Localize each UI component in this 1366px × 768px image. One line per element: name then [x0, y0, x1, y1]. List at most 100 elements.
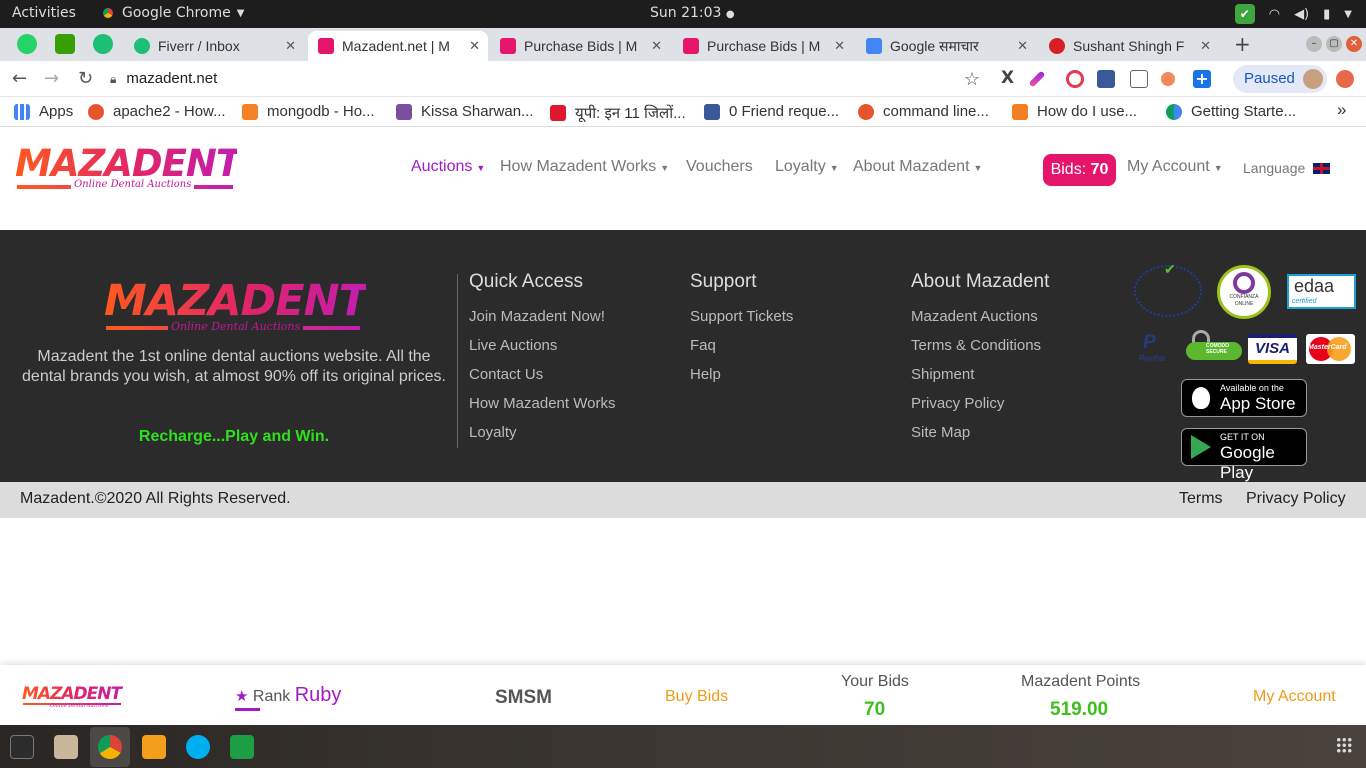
forward-icon[interactable]: → [44, 68, 59, 89]
extension-quill-icon[interactable] [1028, 70, 1046, 88]
bookmark-command-line[interactable]: command line... [858, 103, 989, 120]
update-menu-icon[interactable] [1336, 70, 1354, 88]
link-faq[interactable]: Faq [690, 337, 793, 354]
activities-button[interactable]: Activities [12, 5, 76, 21]
nav-how-mazadent-works[interactable]: How Mazadent Works ▼ [500, 158, 669, 176]
link-loyalty[interactable]: Loyalty [469, 424, 615, 441]
mazadent-points-value: 519.00 [1050, 699, 1109, 720]
link-site-map[interactable]: Site Map [911, 424, 1049, 441]
extension-x-icon[interactable]: X [1001, 68, 1019, 88]
nav-loyalty[interactable]: Loyalty ▼ [775, 158, 839, 176]
buy-bids-link[interactable]: Buy Bids [665, 688, 728, 706]
spreadsheet-icon[interactable] [230, 735, 254, 759]
app-store-button[interactable]: Available on the App Store [1181, 379, 1307, 417]
nav-about-mazadent[interactable]: About Mazadent ▼ [853, 158, 982, 176]
privacy-policy-link[interactable]: Privacy Policy [1246, 490, 1346, 508]
extension-target-icon[interactable] [1066, 70, 1084, 88]
tab-fiverr-inbox[interactable]: Fiverr / Inbox ✕ [124, 31, 304, 61]
site-logo[interactable]: MAZADENT Online Dental Auctions [15, 144, 241, 194]
facebook-extension-icon[interactable] [1097, 70, 1115, 88]
link-how-mazadent-works[interactable]: How Mazadent Works [469, 395, 615, 412]
system-tray[interactable]: ✔ ◠ ◀) ▮ ▼ [1234, 4, 1352, 24]
maximize-icon[interactable]: ▢ [1326, 36, 1342, 52]
link-privacy-policy[interactable]: Privacy Policy [911, 395, 1049, 412]
upwork-tab-icon[interactable] [55, 34, 75, 54]
link-contact-us[interactable]: Contact Us [469, 366, 615, 383]
bookmark-star-icon[interactable]: ☆ [964, 65, 980, 93]
reload-icon[interactable]: ↻ [78, 68, 93, 89]
close-icon[interactable]: ✕ [1017, 38, 1028, 54]
bottom-my-account-link[interactable]: My Account [1253, 688, 1336, 706]
close-icon[interactable]: ✕ [834, 38, 845, 54]
uk-flag-icon [1313, 163, 1331, 174]
url-field[interactable]: 🔒︎ mazadent.net ☆ [110, 65, 990, 93]
your-bids-value: 70 [864, 699, 886, 720]
caret-down-icon: ▼ [476, 163, 486, 173]
chrome-icon [100, 5, 116, 21]
tab-purchase-bids-1[interactable]: Purchase Bids | M ✕ [490, 31, 670, 61]
link-terms-conditions[interactable]: Terms & Conditions [911, 337, 1049, 354]
close-icon[interactable]: ✕ [651, 38, 662, 54]
close-icon[interactable]: ✕ [1200, 38, 1211, 54]
close-window-icon[interactable]: ✕ [1346, 36, 1362, 52]
nav-vouchers[interactable]: Vouchers [686, 158, 753, 176]
bookmark-mongodb[interactable]: mongodb - Ho... [242, 103, 375, 120]
link-mazadent-auctions[interactable]: Mazadent Auctions [911, 308, 1049, 325]
link-join-mazadent[interactable]: Join Mazadent Now! [469, 308, 615, 325]
bookmark-getting-started[interactable]: Getting Starte... [1166, 103, 1296, 120]
sublime-text-icon[interactable] [142, 735, 166, 759]
bookmarks-overflow-button[interactable]: » [1337, 100, 1346, 120]
extension-plus-icon[interactable]: + [1193, 70, 1211, 88]
file-manager-icon[interactable] [54, 735, 78, 759]
apple-icon [1192, 387, 1210, 409]
bookmark-news18[interactable]: यूपी: इन 11 जिलों... [550, 103, 686, 123]
close-icon[interactable]: ✕ [285, 38, 296, 54]
app-name: Google Chrome [122, 5, 231, 21]
bookmark-apps[interactable]: Apps [14, 103, 73, 120]
back-icon[interactable]: ← [12, 68, 27, 89]
link-live-auctions[interactable]: Live Auctions [469, 337, 615, 354]
skype-icon[interactable] [186, 735, 210, 759]
close-icon[interactable]: ✕ [469, 38, 480, 54]
minimize-icon[interactable]: – [1306, 36, 1322, 52]
tab-zee-news[interactable]: Sushant Shingh F ✕ [1039, 31, 1219, 61]
chrome-icon[interactable] [98, 735, 122, 759]
fiverr-tab-icon[interactable] [93, 34, 113, 54]
link-help[interactable]: Help [690, 366, 793, 383]
footer-logo[interactable]: MAZADENT Online Dental Auctions [104, 278, 368, 334]
language-selector[interactable]: Language [1243, 160, 1331, 176]
tab-purchase-bids-2[interactable]: Purchase Bids | M ✕ [673, 31, 853, 61]
bookmark-apache2[interactable]: apache2 - How... [88, 103, 226, 120]
show-apps-grid-icon[interactable] [1336, 737, 1352, 753]
tab-google-news[interactable]: Google समाचार ✕ [856, 31, 1036, 61]
rank-display: ★ Rank Ruby [235, 684, 341, 711]
bookmark-friend-requests[interactable]: 0 Friend reque... [704, 103, 839, 120]
copyright-text: Mazadent.©2020 All Rights Reserved. [20, 490, 291, 507]
copyright-bar: Mazadent.©2020 All Rights Reserved. Term… [0, 482, 1366, 518]
bottom-logo[interactable]: MAZADENT Online Dental Auctions [22, 685, 124, 711]
extension-card-icon[interactable] [1130, 70, 1148, 88]
mazadent-icon [318, 38, 334, 54]
link-support-tickets[interactable]: Support Tickets [690, 308, 793, 325]
your-bids-label: Your Bids [841, 673, 909, 690]
nav-my-account[interactable]: My Account ▼ [1127, 158, 1223, 176]
bookmark-kissa[interactable]: Kissa Sharwan... [396, 103, 534, 120]
clock[interactable]: Sun 21:03 ● [650, 5, 735, 21]
bookmark-how-do-i-use[interactable]: How do I use... [1012, 103, 1137, 120]
bids-badge[interactable]: Bids: 70 [1043, 154, 1116, 186]
google-play-button[interactable]: GET IT ON Google Play [1181, 428, 1307, 482]
whatsapp-tab-icon[interactable] [17, 34, 37, 54]
new-tab-button[interactable]: + [1234, 32, 1251, 56]
profile-button[interactable]: Paused [1233, 65, 1327, 93]
footer: MAZADENT Online Dental Auctions Mazadent… [0, 230, 1366, 482]
terminal-icon[interactable] [10, 735, 34, 759]
update-check-icon: ✔ [1234, 4, 1255, 24]
tab-mazadent[interactable]: Mazadent.net | M ✕ [308, 31, 488, 61]
avatar [1303, 69, 1323, 89]
app-menu[interactable]: Google Chrome ▼ [100, 5, 244, 21]
link-shipment[interactable]: Shipment [911, 366, 1049, 383]
extension-share-icon[interactable] [1161, 72, 1175, 86]
nav-auctions[interactable]: Auctions ▼ [411, 158, 485, 176]
terms-link[interactable]: Terms [1179, 490, 1223, 508]
chevron-down-icon: ▼ [236, 7, 245, 19]
